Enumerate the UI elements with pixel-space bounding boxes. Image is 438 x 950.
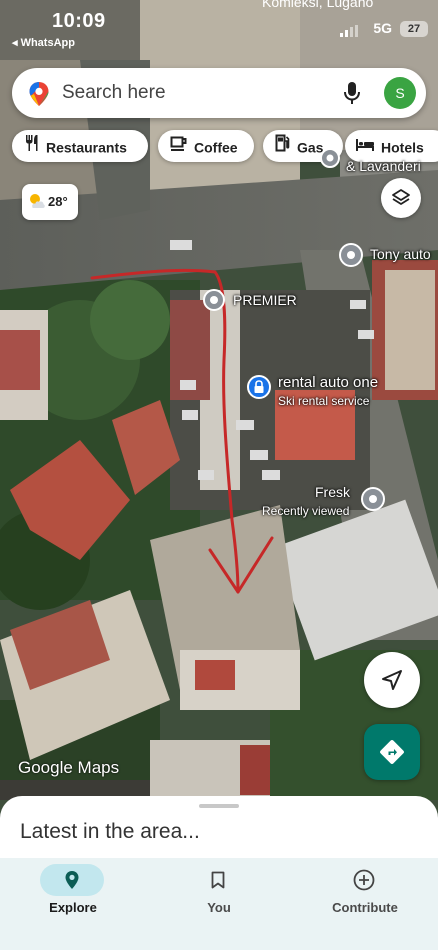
chip-label: Coffee <box>194 139 238 156</box>
layers-button[interactable] <box>381 178 421 218</box>
partly-sunny-icon <box>28 193 46 212</box>
chip-coffee[interactable]: Coffee <box>158 130 254 162</box>
bottom-sheet[interactable]: Latest in the area... <box>0 796 438 866</box>
chip-label: Hotels <box>381 139 424 156</box>
chip-restaurants[interactable]: Restaurants <box>12 130 148 162</box>
place-pin-icon[interactable] <box>338 242 364 273</box>
map-sublabel-ski-rental: Ski rental service <box>278 394 370 408</box>
network-type: 5G <box>373 20 392 36</box>
place-pin-icon[interactable] <box>202 288 226 317</box>
my-location-button[interactable] <box>364 652 420 708</box>
gas-pump-icon <box>275 131 291 163</box>
nav-explore[interactable]: Explore <box>0 858 146 950</box>
nav-explore-pill <box>40 864 104 896</box>
map-sublabel-recently-viewed: Recently viewed <box>262 504 350 518</box>
map-label-lavanderia[interactable]: & Lavanderi <box>346 158 421 174</box>
status-time: 10:09 <box>52 10 106 32</box>
place-pin-icon[interactable] <box>320 148 340 173</box>
navigation-arrow-icon <box>382 670 402 690</box>
directions-icon <box>380 740 404 764</box>
fork-knife-icon <box>24 131 40 163</box>
chip-label: Restaurants <box>46 139 127 156</box>
nav-label: Explore <box>49 900 97 915</box>
weather-temperature: 28° <box>48 194 68 209</box>
nav-you[interactable]: You <box>146 858 292 950</box>
bookmark-icon <box>211 871 225 889</box>
back-to-app-link[interactable]: ◂ WhatsApp <box>12 36 75 49</box>
layers-icon <box>392 189 410 205</box>
directions-button[interactable] <box>364 724 420 780</box>
microphone-icon[interactable] <box>344 81 360 110</box>
search-input[interactable]: Search here <box>62 82 166 104</box>
map-label-tony-auto[interactable]: Tony auto <box>370 246 431 262</box>
google-maps-pin-icon <box>28 81 50 112</box>
nav-contribute-pill <box>332 864 396 896</box>
place-pin-icon[interactable] <box>360 486 386 517</box>
lock-pin-icon[interactable] <box>246 374 272 405</box>
map-label-fresk[interactable]: Fresk <box>315 484 350 500</box>
bottom-navigation: Explore You Contribute <box>0 858 438 950</box>
account-avatar[interactable]: S <box>384 77 416 109</box>
search-bar[interactable]: Search here S <box>12 68 426 118</box>
status-place-label: Komleksi, Lugano <box>262 0 374 10</box>
google-maps-attribution: Google Maps <box>18 758 120 777</box>
status-bar: Komleksi, Lugano 10:09 ◂ WhatsApp 5G 27 <box>0 0 438 52</box>
plus-circle-icon <box>353 869 375 891</box>
map-pin-icon <box>65 871 79 889</box>
coffee-cup-icon <box>170 131 188 163</box>
nav-label: Contribute <box>332 900 398 915</box>
battery-indicator: 27 <box>400 21 428 37</box>
map-label-premier[interactable]: PREMIER <box>233 292 297 308</box>
nav-label: You <box>207 900 231 915</box>
signal-icon <box>340 24 358 42</box>
weather-widget[interactable]: 28° <box>22 184 78 220</box>
sheet-title: Latest in the area... <box>20 820 200 843</box>
sheet-drag-handle[interactable] <box>199 804 239 808</box>
maps-app: Komleksi, Lugano 10:09 ◂ WhatsApp 5G 27 … <box>0 0 438 950</box>
nav-you-pill <box>186 864 250 896</box>
nav-contribute[interactable]: Contribute <box>292 858 438 950</box>
map-label-rental-auto-one[interactable]: rental auto one <box>278 374 378 391</box>
